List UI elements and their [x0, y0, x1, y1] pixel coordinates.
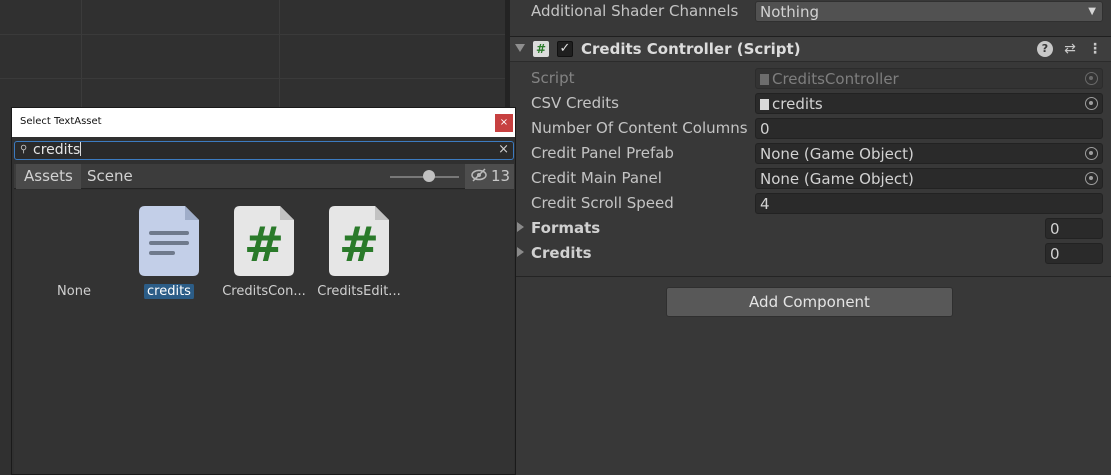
field-value: CreditsController	[772, 70, 899, 88]
object-picker-icon[interactable]	[1085, 147, 1098, 160]
field-scroll-speed: Credit Scroll Speed 4	[510, 191, 1111, 216]
dialog-title: Select TextAsset	[20, 116, 102, 127]
add-component-button[interactable]: Add Component	[666, 287, 953, 317]
text-caret	[80, 142, 82, 156]
grid-line	[279, 0, 280, 107]
field-credit-main-panel: Credit Main Panel None (Game Object)	[510, 166, 1111, 191]
field-label: Credit Main Panel	[531, 169, 662, 187]
field-value: None (Game Object)	[760, 145, 914, 163]
search-input[interactable]: ⚲ credits ×	[14, 141, 514, 160]
field-label: Number Of Content Columns	[531, 119, 748, 137]
asset-item-credits[interactable]: credits	[121, 206, 217, 306]
list-size-input[interactable]: 0	[1045, 243, 1103, 264]
asset-item-creditscontroller[interactable]: # CreditsCon...	[216, 206, 312, 306]
hidden-count: 13	[491, 167, 511, 185]
slider-handle[interactable]	[423, 170, 435, 182]
list-size-input[interactable]: 0	[1045, 218, 1103, 239]
field-script: Script CreditsController	[510, 66, 1111, 91]
field-csv-credits: CSV Credits credits	[510, 91, 1111, 116]
field-content-columns: Number Of Content Columns 0	[510, 116, 1111, 141]
shader-channels-dropdown[interactable]: Nothing ▼	[755, 1, 1103, 22]
field-value: credits	[772, 95, 823, 113]
field-label: Credit Panel Prefab	[531, 144, 674, 162]
text-file-icon	[760, 99, 769, 110]
field-label: CSV Credits	[531, 94, 619, 112]
list-credits[interactable]: Credits 0	[510, 241, 1111, 266]
asset-label: None	[57, 284, 91, 299]
script-reference-field[interactable]: CreditsController	[755, 68, 1103, 89]
list-label: Formats	[531, 219, 601, 237]
credit-main-panel-field[interactable]: None (Game Object)	[755, 168, 1103, 189]
checkbox-icon[interactable]: ✓	[557, 41, 573, 57]
component-title: Credits Controller (Script)	[581, 40, 801, 58]
text-file-icon	[139, 206, 199, 276]
list-size-value: 0	[1050, 245, 1060, 263]
list-formats[interactable]: Formats 0	[510, 216, 1111, 241]
asset-item-none[interactable]: None	[26, 206, 122, 306]
csharp-script-icon: #	[329, 206, 389, 276]
object-picker-icon	[1085, 72, 1098, 85]
field-value: None (Game Object)	[760, 170, 914, 188]
credit-panel-prefab-field[interactable]: None (Game Object)	[755, 143, 1103, 164]
clear-search-icon[interactable]: ×	[498, 142, 509, 157]
field-label: Credit Scroll Speed	[531, 194, 674, 212]
grid-line	[81, 0, 82, 107]
asset-label: credits	[144, 284, 194, 299]
inspector-panel: Additional Shader Channels Nothing ▼ # ✓…	[510, 0, 1111, 475]
field-value: 0	[760, 120, 770, 138]
list-label: Credits	[531, 244, 592, 262]
field-credit-panel-prefab: Credit Panel Prefab None (Game Object)	[510, 141, 1111, 166]
svg-text:#: #	[339, 217, 379, 273]
script-icon: #	[533, 41, 549, 57]
svg-text:#: #	[244, 217, 284, 273]
divider	[510, 276, 1111, 277]
list-size-value: 0	[1050, 220, 1060, 238]
unity-editor: Additional Shader Channels Nothing ▼ # ✓…	[0, 0, 1111, 475]
scroll-speed-input[interactable]: 4	[755, 193, 1103, 214]
csharp-script-icon: #	[234, 206, 294, 276]
field-value: 4	[760, 195, 770, 213]
hidden-items-toggle[interactable]: 13	[465, 164, 514, 189]
script-file-icon	[760, 74, 769, 85]
search-value: credits	[33, 142, 81, 158]
asset-item-creditseditor[interactable]: # CreditsEdit...	[311, 206, 407, 306]
tab-assets[interactable]: Assets	[16, 164, 81, 189]
asset-grid: None credits # CreditsCon... # CreditsEd…	[14, 190, 514, 474]
shader-channels-row: Additional Shader Channels Nothing ▼	[510, 0, 1111, 24]
foldout-closed-icon[interactable]	[517, 247, 524, 257]
grid-line	[0, 34, 510, 35]
component-header[interactable]: # ✓ Credits Controller (Script) ? ⇄ ⋮	[510, 36, 1111, 62]
object-picker-icon[interactable]	[1085, 97, 1098, 110]
object-picker-icon[interactable]	[1085, 172, 1098, 185]
hidden-eye-icon	[470, 166, 488, 188]
csv-credits-field[interactable]: credits	[755, 93, 1103, 114]
tab-scene[interactable]: Scene	[87, 167, 133, 185]
asset-label: CreditsCon...	[222, 284, 306, 299]
help-icon[interactable]: ?	[1037, 41, 1053, 57]
dropdown-arrow-icon: ▼	[1088, 6, 1096, 17]
dialog-titlebar[interactable]: Select TextAsset ×	[12, 108, 515, 137]
search-icon: ⚲	[20, 144, 28, 155]
asset-label: CreditsEdit...	[317, 284, 401, 299]
presets-icon[interactable]: ⇄	[1062, 41, 1078, 57]
field-label: Script	[531, 69, 575, 87]
foldout-open-icon[interactable]	[515, 44, 525, 52]
close-icon[interactable]: ×	[495, 114, 513, 132]
select-textasset-dialog: Select TextAsset × ⚲ credits × Assets Sc…	[11, 107, 516, 475]
dialog-tab-bar: Assets Scene 13	[14, 164, 514, 189]
more-menu-icon[interactable]: ⋮	[1087, 41, 1103, 57]
grid-line	[0, 78, 510, 79]
shader-channels-label: Additional Shader Channels	[531, 2, 739, 20]
foldout-closed-icon[interactable]	[517, 222, 524, 232]
content-columns-input[interactable]: 0	[755, 118, 1103, 139]
shader-channels-value: Nothing	[760, 3, 819, 21]
